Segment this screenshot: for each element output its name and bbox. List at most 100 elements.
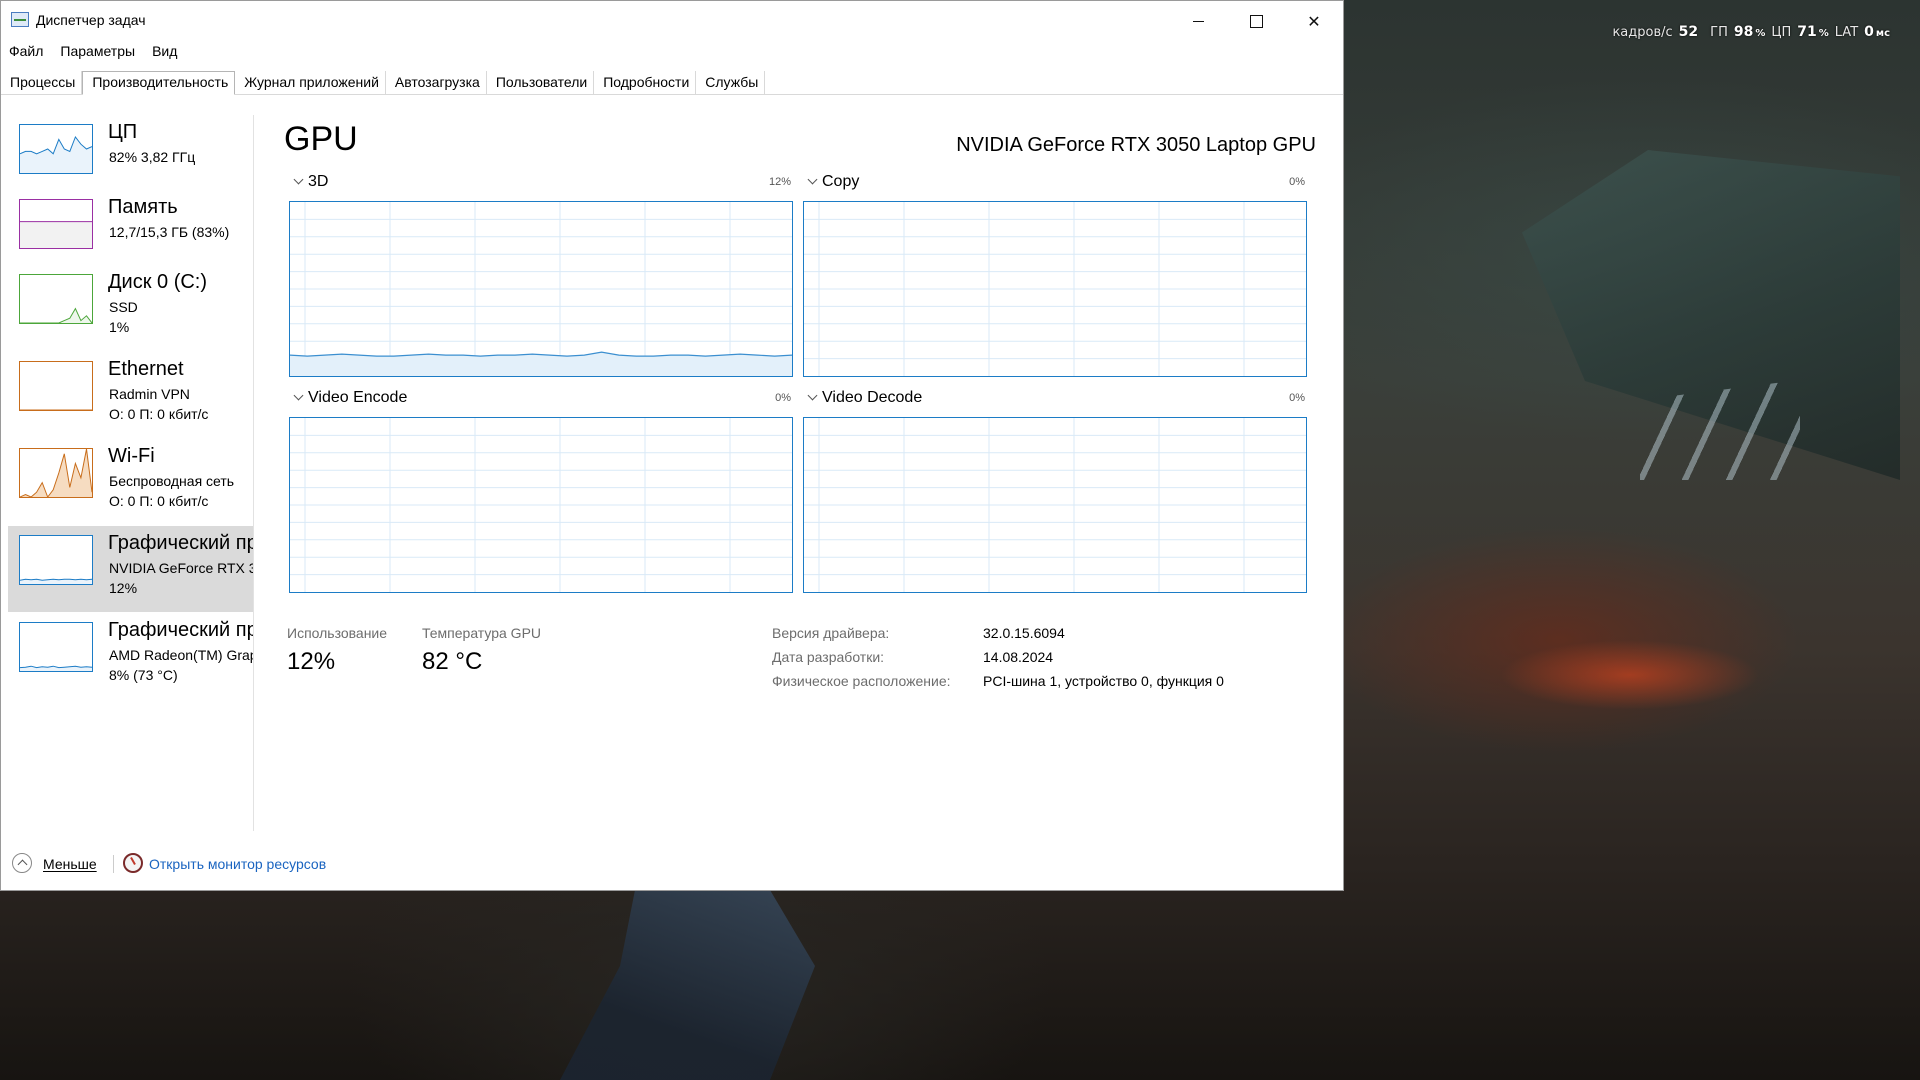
memory-thumbnail-graph bbox=[19, 199, 93, 249]
sidebar-item-disk[interactable]: Диск 0 (C:) SSD 1% bbox=[8, 265, 253, 351]
thumbnail-graph-line bbox=[20, 135, 92, 173]
graph-plot-area bbox=[289, 417, 793, 593]
tab-processes[interactable]: Процессы bbox=[1, 71, 83, 94]
graph-percent: 0% bbox=[1289, 392, 1305, 404]
cpu-thumbnail-graph bbox=[19, 124, 93, 174]
thumbnail-graph-area bbox=[20, 449, 92, 497]
menu-file[interactable]: Файл bbox=[1, 41, 52, 63]
driver-version-label: Версия драйвера: bbox=[772, 625, 890, 641]
graph-video-decode: Video Decode 0% bbox=[799, 389, 1312, 594]
minimize-icon bbox=[1192, 20, 1204, 22]
chevron-down-icon bbox=[807, 390, 818, 401]
task-manager-icon bbox=[11, 12, 29, 27]
close-icon: ✕ bbox=[1307, 11, 1321, 31]
sidebar-item-wifi[interactable]: Wi-Fi Беспроводная сеть О: 0 П: 0 кбит/с bbox=[8, 439, 253, 525]
footer-divider bbox=[113, 855, 114, 873]
ethernet-thumbnail-graph bbox=[19, 361, 93, 411]
graph-video-encode: Video Encode 0% bbox=[285, 389, 798, 594]
maximize-button[interactable] bbox=[1227, 1, 1285, 41]
fewer-details-icon[interactable] bbox=[12, 853, 32, 873]
sidebar-item-name: Память bbox=[108, 196, 178, 218]
overlay-gpu-label: ГП bbox=[1710, 25, 1728, 40]
gpu-0-thumbnail-graph bbox=[19, 622, 93, 672]
usage-label: Использование bbox=[287, 625, 388, 641]
tab-services[interactable]: Службы bbox=[696, 71, 766, 94]
thumbnail-graph-area bbox=[20, 137, 92, 173]
fewer-details-button[interactable]: Меньше bbox=[43, 856, 97, 872]
graph-canvas bbox=[804, 418, 1306, 592]
sidebar-item-name: Графический процессор 1 bbox=[108, 532, 253, 554]
graph-label: 3D bbox=[308, 173, 329, 190]
graph-percent: 0% bbox=[775, 392, 791, 404]
sidebar-item-name: ЦП bbox=[108, 121, 138, 143]
chevron-down-icon bbox=[293, 390, 304, 401]
overlay-gpu-unit: % bbox=[1755, 28, 1766, 39]
gpu-temperature-value: 82 °C bbox=[422, 648, 483, 675]
sidebar-item-cpu[interactable]: ЦП 82% 3,82 ГГц bbox=[8, 115, 253, 201]
sidebar-item-detail: 82% 3,82 ГГц bbox=[109, 149, 196, 165]
sidebar-item-detail: 12,7/15,3 ГБ (83%) bbox=[109, 224, 230, 240]
minimize-button[interactable] bbox=[1169, 1, 1227, 41]
thumbnail-graph-line bbox=[20, 221, 92, 248]
graph-plot-area bbox=[803, 201, 1307, 377]
menu-bar: Файл Параметры Вид bbox=[1, 41, 186, 63]
sidebar-item-detail-2: 12% bbox=[109, 580, 138, 596]
thumbnail-graph-area bbox=[20, 221, 92, 248]
graph-engine-selector[interactable]: Copy bbox=[807, 173, 859, 191]
graph-engine-selector[interactable]: 3D bbox=[293, 173, 329, 191]
graph-plot-area bbox=[289, 201, 793, 377]
sidebar-item-ethernet[interactable]: Ethernet Radmin VPN О: 0 П: 0 кбит/с bbox=[8, 352, 253, 438]
graph-percent: 0% bbox=[1289, 176, 1305, 188]
sidebar-item-memory[interactable]: Память 12,7/15,3 ГБ (83%) bbox=[8, 190, 253, 276]
footer-bar: Меньше Открыть монитор ресурсов bbox=[1, 848, 1343, 880]
title-bar[interactable]: Диспетчер задач ✕ bbox=[1, 1, 1343, 41]
sidebar-item-detail-2: О: 0 П: 0 кбит/с bbox=[109, 406, 209, 422]
sidebar-item-name: Диск 0 (C:) bbox=[108, 271, 208, 293]
overlay-cpu-unit: % bbox=[1818, 28, 1829, 39]
tab-app-history[interactable]: Журнал приложений bbox=[235, 71, 386, 94]
performance-overlay: кадров/с 52 ГП 98 % ЦП 71 % LAT 0 мс bbox=[1612, 24, 1890, 40]
sidebar-item-name: Ethernet bbox=[108, 358, 184, 380]
thumbnail-graph-line bbox=[20, 409, 92, 410]
sidebar-item-gpu-1[interactable]: Графический процессор 1 NVIDIA GeForce R… bbox=[8, 526, 253, 612]
tab-users[interactable]: Пользователи bbox=[487, 71, 595, 94]
physical-location-value: PCI-шина 1, устройство 0, функция 0 bbox=[983, 673, 1224, 689]
driver-date-label: Дата разработки: bbox=[772, 649, 885, 665]
sidebar-item-name: Графический процессор 0 bbox=[108, 619, 253, 641]
thumbnail-graph-line bbox=[20, 578, 92, 584]
gpu-model-name: NVIDIA GeForce RTX 3050 Laptop GPU bbox=[956, 134, 1316, 156]
graph-label: Video Encode bbox=[308, 389, 408, 406]
overlay-gpu-value: 98 bbox=[1733, 24, 1754, 40]
disk-thumbnail-graph bbox=[19, 274, 93, 324]
gpu-temperature-label: Температура GPU bbox=[422, 625, 542, 641]
graph-canvas bbox=[804, 202, 1306, 376]
tab-bar: Процессы Производительность Журнал прило… bbox=[1, 69, 1343, 95]
thumbnail-graph-stroke bbox=[20, 307, 92, 323]
tab-startup[interactable]: Автозагрузка bbox=[386, 71, 487, 94]
overlay-cpu-label: ЦП bbox=[1771, 25, 1792, 40]
overlay-fps-label: кадров/с bbox=[1612, 25, 1673, 40]
tab-performance[interactable]: Производительность bbox=[82, 71, 236, 95]
close-button[interactable]: ✕ bbox=[1285, 1, 1343, 41]
sidebar-item-detail-2: 8% (73 °C) bbox=[109, 667, 178, 683]
driver-date-value: 14.08.2024 bbox=[983, 649, 1054, 665]
menu-options[interactable]: Параметры bbox=[52, 41, 144, 63]
graph-engine-selector[interactable]: Video Encode bbox=[293, 389, 408, 407]
graph-plot-area bbox=[803, 417, 1307, 593]
sidebar-item-detail: Radmin VPN bbox=[109, 386, 190, 402]
graph-engine-selector[interactable]: Video Decode bbox=[807, 389, 923, 407]
sidebar-item-detail-2: 1% bbox=[109, 319, 130, 335]
gpu-detail-panel: GPU NVIDIA GeForce RTX 3050 Laptop GPU 3… bbox=[255, 115, 1343, 831]
graph-percent: 12% bbox=[768, 176, 791, 188]
sidebar-item-detail: Беспроводная сеть bbox=[109, 473, 235, 489]
tab-details[interactable]: Подробности bbox=[594, 71, 697, 94]
thumbnail-graph-line bbox=[20, 307, 92, 323]
open-resource-monitor-link[interactable]: Открыть монитор ресурсов bbox=[149, 856, 326, 872]
graph-canvas bbox=[290, 202, 792, 376]
graph-label: Video Decode bbox=[822, 389, 923, 406]
chevron-down-icon bbox=[807, 174, 818, 185]
chevron-down-icon bbox=[293, 174, 304, 185]
sidebar-item-gpu-0[interactable]: Графический процессор 0 AMD Radeon(TM) G… bbox=[8, 613, 253, 699]
menu-view[interactable]: Вид bbox=[144, 41, 186, 63]
overlay-cpu-value: 71 bbox=[1797, 24, 1817, 40]
